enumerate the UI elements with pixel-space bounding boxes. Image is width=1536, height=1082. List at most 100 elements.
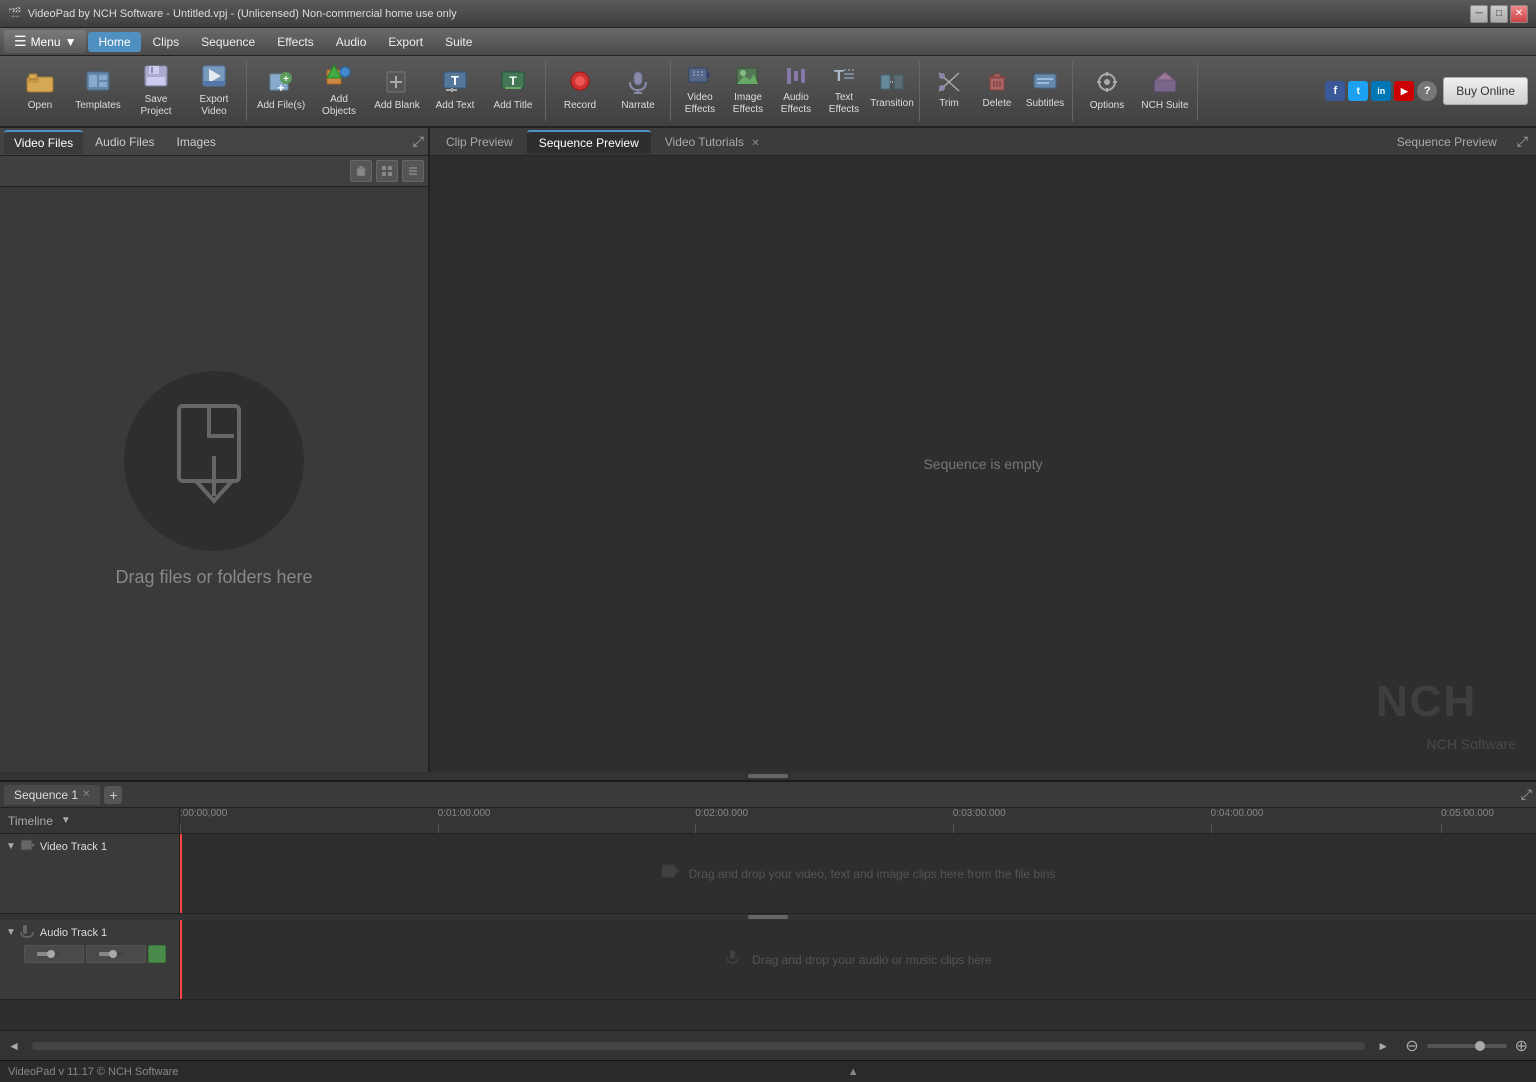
delete-button[interactable]: Delete: [974, 62, 1020, 120]
image-effects-button[interactable]: Image Effects: [725, 62, 771, 120]
add-files-button[interactable]: ++ Add File(s): [253, 62, 309, 120]
audio-effects-button[interactable]: Audio Effects: [773, 62, 819, 120]
status-center-arrow: ▲: [848, 1066, 859, 1078]
preview-expand-icon[interactable]: ⤢: [1513, 133, 1532, 150]
svg-text:NCH: NCH: [1376, 677, 1477, 726]
help-icon[interactable]: ?: [1417, 81, 1437, 101]
tab-sequence-preview[interactable]: Sequence Preview: [527, 130, 651, 154]
video-track-content[interactable]: Drag and drop your video, text and image…: [180, 834, 1536, 913]
facebook-icon[interactable]: f: [1325, 81, 1345, 101]
timeline-tabs: Sequence 1 ✕ + ⤢: [0, 782, 1536, 808]
audio-track-name: Audio Track 1: [40, 927, 107, 939]
preview-content: Sequence is empty NCH NCH Software: [430, 156, 1536, 772]
subtitles-button[interactable]: Subtitles: [1022, 62, 1068, 120]
audio-track-toggle[interactable]: ▼: [6, 927, 16, 938]
menu-dropdown[interactable]: ☰ Menu ▼: [4, 30, 86, 53]
menu-home[interactable]: Home: [88, 32, 140, 52]
video-effects-button[interactable]: Video Effects: [677, 62, 723, 120]
timeline-area: Sequence 1 ✕ + ⤢ Timeline ▼ :00:00,000 0…: [0, 780, 1536, 1060]
add-objects-button[interactable]: Add Objects: [311, 62, 367, 120]
audio-effects-icon: [784, 66, 808, 90]
narrate-button[interactable]: Narrate: [610, 62, 666, 120]
audio-green-btn[interactable]: [148, 945, 166, 963]
open-button[interactable]: Open: [12, 62, 68, 120]
export-video-button[interactable]: Export Video: [186, 62, 242, 120]
transition-button[interactable]: Transition: [869, 62, 915, 120]
youtube-icon[interactable]: ▶: [1394, 81, 1414, 101]
close-tutorials-tab[interactable]: ✕: [751, 138, 759, 149]
audio-track-content[interactable]: Drag and drop your audio or music clips …: [180, 920, 1536, 999]
menu-suite[interactable]: Suite: [435, 32, 482, 52]
save-project-button[interactable]: Save Project: [128, 62, 184, 120]
file-view-list[interactable]: [402, 160, 424, 182]
menu-clips[interactable]: Clips: [143, 32, 190, 52]
timeline-dropdown-icon: ▼: [61, 815, 71, 826]
audio-track-row: ▼ Audio Track 1: [0, 920, 1536, 1000]
maximize-button[interactable]: □: [1490, 5, 1508, 23]
video-track-icon: [20, 838, 36, 855]
main-splitter[interactable]: [0, 772, 1536, 780]
audio-ctrl-vol[interactable]: [24, 945, 84, 963]
add-sequence-button[interactable]: +: [104, 786, 122, 804]
add-title-icon: T: [500, 70, 526, 98]
minimize-button[interactable]: ─: [1470, 5, 1488, 23]
record-button[interactable]: Record: [552, 62, 608, 120]
menu-sequence[interactable]: Sequence: [191, 32, 265, 52]
add-objects-label: Add Objects: [313, 94, 365, 118]
trim-button[interactable]: Trim: [926, 62, 972, 120]
menu-audio[interactable]: Audio: [326, 32, 377, 52]
file-delete-btn[interactable]: [350, 160, 372, 182]
tab-clip-preview[interactable]: Clip Preview: [434, 131, 525, 153]
timeline-scrollbar[interactable]: [32, 1042, 1365, 1050]
track-splitter-handle: [748, 915, 788, 919]
text-effects-button[interactable]: T Text Effects: [821, 62, 867, 120]
templates-button[interactable]: Templates: [70, 62, 126, 120]
zoom-out-icon[interactable]: ⊖: [1405, 1036, 1418, 1056]
video-hint-icon: [661, 863, 681, 884]
delete-icon: [986, 72, 1008, 96]
trim-icon: [938, 72, 960, 96]
twitter-icon[interactable]: t: [1348, 81, 1368, 101]
trim-label: Trim: [939, 98, 959, 110]
toolbar-group-add: ++ Add File(s) Add Objects Add Blank T A…: [249, 61, 546, 121]
toolbar-right: f t in ▶ ? Buy Online: [1317, 77, 1528, 105]
timeline-expand-icon[interactable]: ⤢: [1521, 786, 1532, 803]
menu-effects[interactable]: Effects: [267, 32, 323, 52]
sequence-tab-close[interactable]: ✕: [82, 789, 90, 800]
add-blank-label: Add Blank: [374, 100, 420, 112]
add-files-label: Add File(s): [257, 100, 305, 112]
audio-ctrl-pan[interactable]: [86, 945, 146, 963]
video-track-toggle[interactable]: ▼: [6, 841, 16, 852]
video-track-hint-text: Drag and drop your video, text and image…: [689, 867, 1056, 881]
open-icon: [26, 70, 54, 98]
buy-online-button[interactable]: Buy Online: [1443, 77, 1528, 105]
close-button[interactable]: ✕: [1510, 5, 1528, 23]
main-area: Video Files Audio Files Images ⤢: [0, 128, 1536, 772]
text-effects-label: Text Effects: [823, 92, 865, 116]
add-text-button[interactable]: T Add Text: [427, 62, 483, 120]
audio-hint-icon: [724, 949, 744, 970]
file-panel-expand[interactable]: ⤢: [413, 133, 424, 150]
zoom-in-icon[interactable]: ⊕: [1515, 1036, 1528, 1056]
file-tab-video[interactable]: Video Files: [4, 130, 83, 154]
video-effects-label: Video Effects: [679, 92, 721, 116]
zoom-slider[interactable]: [1427, 1044, 1507, 1048]
file-tab-audio[interactable]: Audio Files: [85, 131, 164, 153]
sequence-tab-1[interactable]: Sequence 1 ✕: [4, 785, 100, 805]
export-video-label: Export Video: [188, 94, 240, 118]
time-mark-4: 0:04:00.000: [1211, 808, 1264, 819]
linkedin-icon[interactable]: in: [1371, 81, 1391, 101]
audio-track-hint-text: Drag and drop your audio or music clips …: [752, 953, 991, 967]
add-files-icon: ++: [268, 70, 294, 98]
add-title-button[interactable]: T Add Title: [485, 62, 541, 120]
file-view-thumb[interactable]: [376, 160, 398, 182]
toolbar-group-edit: Trim Delete Subtitles: [922, 61, 1073, 121]
file-tab-images[interactable]: Images: [167, 131, 226, 153]
add-blank-button[interactable]: Add Blank: [369, 62, 425, 120]
menu-export[interactable]: Export: [378, 32, 433, 52]
time-mark-0: :00:00,000: [180, 808, 227, 819]
tab-video-tutorials[interactable]: Video Tutorials ✕: [653, 131, 772, 153]
record-label: Record: [564, 100, 596, 112]
options-button[interactable]: Options: [1079, 62, 1135, 120]
nch-suite-button[interactable]: NCH Suite: [1137, 62, 1193, 120]
